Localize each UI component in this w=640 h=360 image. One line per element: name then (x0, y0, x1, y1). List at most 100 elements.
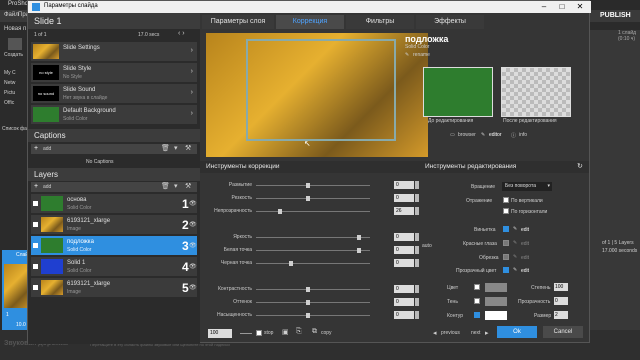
add-caption-icon[interactable]: + (34, 145, 38, 152)
slider-knob[interactable] (306, 183, 310, 188)
shadow-swatch[interactable] (485, 297, 507, 306)
minimize-icon[interactable]: – (535, 1, 553, 13)
layer-item-selected[interactable]: подложка Solid Color 3 👁 (31, 236, 197, 256)
layer-item[interactable]: 6193121_xlarge Image 5 👁 (31, 278, 197, 298)
tools-icon[interactable]: ⚒ (185, 182, 191, 190)
close-icon[interactable]: ✕ (571, 1, 589, 13)
next-button[interactable]: next (471, 330, 480, 336)
redeye-edit[interactable]: edit (521, 241, 529, 247)
option-slide-settings[interactable]: Slide Settings › (31, 42, 197, 62)
tree-item[interactable]: Pictu (4, 88, 16, 98)
slider-knob[interactable] (278, 209, 282, 214)
editor-icon[interactable]: ✎ (481, 132, 485, 138)
layer-checkbox[interactable] (33, 243, 38, 248)
layer-item[interactable]: 6193121_xlarge Image 2 👁 (31, 215, 197, 235)
layer-checkbox[interactable] (33, 222, 38, 227)
transparent-checkbox[interactable] (503, 267, 509, 273)
dropdown-icon[interactable]: ▾ (174, 144, 178, 152)
pencil-icon[interactable]: ✎ (513, 240, 517, 246)
slide-duration[interactable]: 17.0 secs (138, 32, 159, 38)
tab-layer-settings[interactable]: Параметры слоя (202, 15, 274, 29)
dropdown-icon[interactable]: ▾ (174, 182, 178, 190)
nav-arrows-icon[interactable]: ‹ › (178, 30, 185, 37)
create-icon[interactable] (8, 38, 22, 50)
trash-icon[interactable]: 🗑 (161, 182, 170, 190)
cancel-button[interactable]: Cancel (543, 326, 583, 338)
slider-knob[interactable] (306, 313, 310, 318)
layer-checkbox[interactable] (33, 201, 38, 206)
new-project-label[interactable]: Новая п (4, 26, 26, 32)
slider-track[interactable] (256, 313, 370, 318)
layer-checkbox[interactable] (33, 285, 38, 290)
slider-knob[interactable] (306, 287, 310, 292)
add-caption-label[interactable]: add (43, 146, 51, 152)
folder-icon[interactable]: ▭ (450, 132, 455, 138)
color-checkbox[interactable] (474, 284, 480, 290)
slider-value[interactable]: 0 (394, 246, 414, 254)
redeye-checkbox[interactable] (503, 240, 509, 246)
horizontal-checkbox[interactable] (503, 208, 509, 214)
slider-value[interactable]: 0 (394, 285, 414, 293)
screen-icon[interactable]: ▣ (282, 328, 289, 336)
slider-track[interactable] (256, 235, 370, 240)
zoom-slider[interactable] (240, 333, 252, 334)
copy-label[interactable]: copy (321, 330, 332, 336)
editor-link[interactable]: editor (489, 132, 502, 138)
info-icon[interactable]: ⓘ (511, 132, 516, 139)
slider-value[interactable]: 0 (394, 233, 414, 241)
slider-value[interactable]: 0 (394, 194, 414, 202)
tab-correction[interactable]: Коррекция (276, 15, 344, 29)
slider-value[interactable]: 0 (394, 298, 414, 306)
add-layer-icon[interactable]: + (34, 183, 38, 190)
publish-button[interactable]: PUBLISH (600, 12, 631, 19)
vignette-checkbox[interactable] (503, 226, 509, 232)
layer-preview[interactable]: ↖ (206, 33, 428, 157)
vertical-checkbox[interactable] (503, 197, 509, 203)
contour-checkbox[interactable] (474, 312, 480, 318)
trash-icon[interactable]: 🗑 (161, 144, 170, 152)
browser-link[interactable]: browser (458, 132, 476, 138)
layer-item[interactable]: основа Solid Color 1 👁 (31, 194, 197, 214)
slider-value[interactable]: 0 (394, 311, 414, 319)
ok-button[interactable]: Ok (497, 326, 537, 338)
slider-track[interactable] (256, 209, 370, 214)
slider-track[interactable] (256, 261, 370, 266)
slider-knob[interactable] (289, 261, 293, 266)
eye-icon[interactable]: 👁 (189, 200, 197, 207)
transparent-edit[interactable]: edit (521, 268, 529, 274)
option-default-background[interactable]: Default Background Solid Color › (31, 105, 197, 125)
reset-icon[interactable]: ↻ (577, 161, 583, 173)
option-slide-sound[interactable]: no sound Slide Sound Нет звука в слайде … (31, 84, 197, 104)
layer-item[interactable]: Solid 1 Solid Color 4 👁 (31, 257, 197, 277)
crop-checkbox[interactable] (503, 254, 509, 260)
slider-track[interactable] (256, 248, 370, 253)
slider-value[interactable]: 0 (394, 259, 414, 267)
layer-frame[interactable] (246, 39, 396, 141)
option-slide-style[interactable]: no style Slide Style No Style › (31, 63, 197, 83)
add-layer-label[interactable]: add (43, 184, 51, 190)
eye-icon[interactable]: 👁 (189, 284, 197, 291)
color-swatch[interactable] (485, 283, 507, 292)
shadow-checkbox[interactable] (474, 298, 480, 304)
slider-value[interactable]: 0 (394, 181, 414, 189)
pencil-icon[interactable]: ✎ (405, 52, 409, 58)
tree-item[interactable]: My C (4, 68, 16, 78)
tree-item[interactable]: Netw (4, 78, 16, 88)
stop-checkbox[interactable] (256, 330, 262, 336)
copy-icon[interactable]: ⧉ (312, 328, 317, 336)
previous-button[interactable]: previous (441, 330, 460, 336)
create-label[interactable]: Создать (4, 52, 23, 58)
eye-icon[interactable]: 👁 (189, 263, 197, 270)
tab-effects[interactable]: Эффекты (416, 15, 484, 29)
contour-swatch[interactable] (485, 311, 507, 320)
tree-item[interactable]: Offic (4, 98, 16, 108)
dialog-titlebar[interactable]: Параметры слайда – □ ✕ (28, 1, 591, 13)
info-link[interactable]: info (519, 132, 527, 138)
rotation-select[interactable]: Без поворота ▾ (502, 182, 552, 191)
menu-file[interactable]: Файл (4, 12, 19, 18)
layer-checkbox[interactable] (33, 264, 38, 269)
eye-icon[interactable]: 👁 (189, 221, 197, 228)
size-input[interactable]: 2 (554, 311, 568, 319)
previous-arrow-icon[interactable]: ◂ (433, 329, 437, 337)
slider-knob[interactable] (306, 196, 310, 201)
